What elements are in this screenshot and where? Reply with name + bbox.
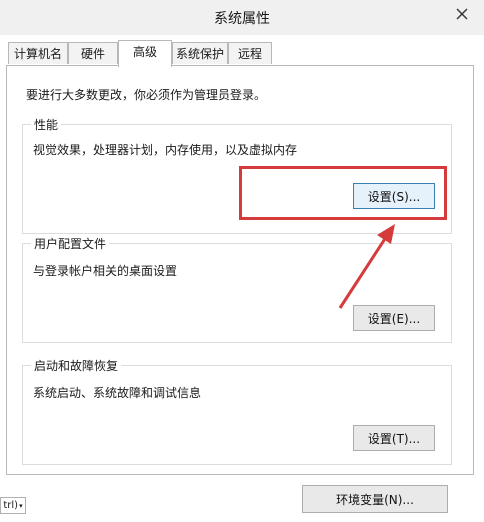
annotation-arrow-icon xyxy=(338,224,395,309)
tab-advanced[interactable]: 高级 xyxy=(118,40,172,67)
